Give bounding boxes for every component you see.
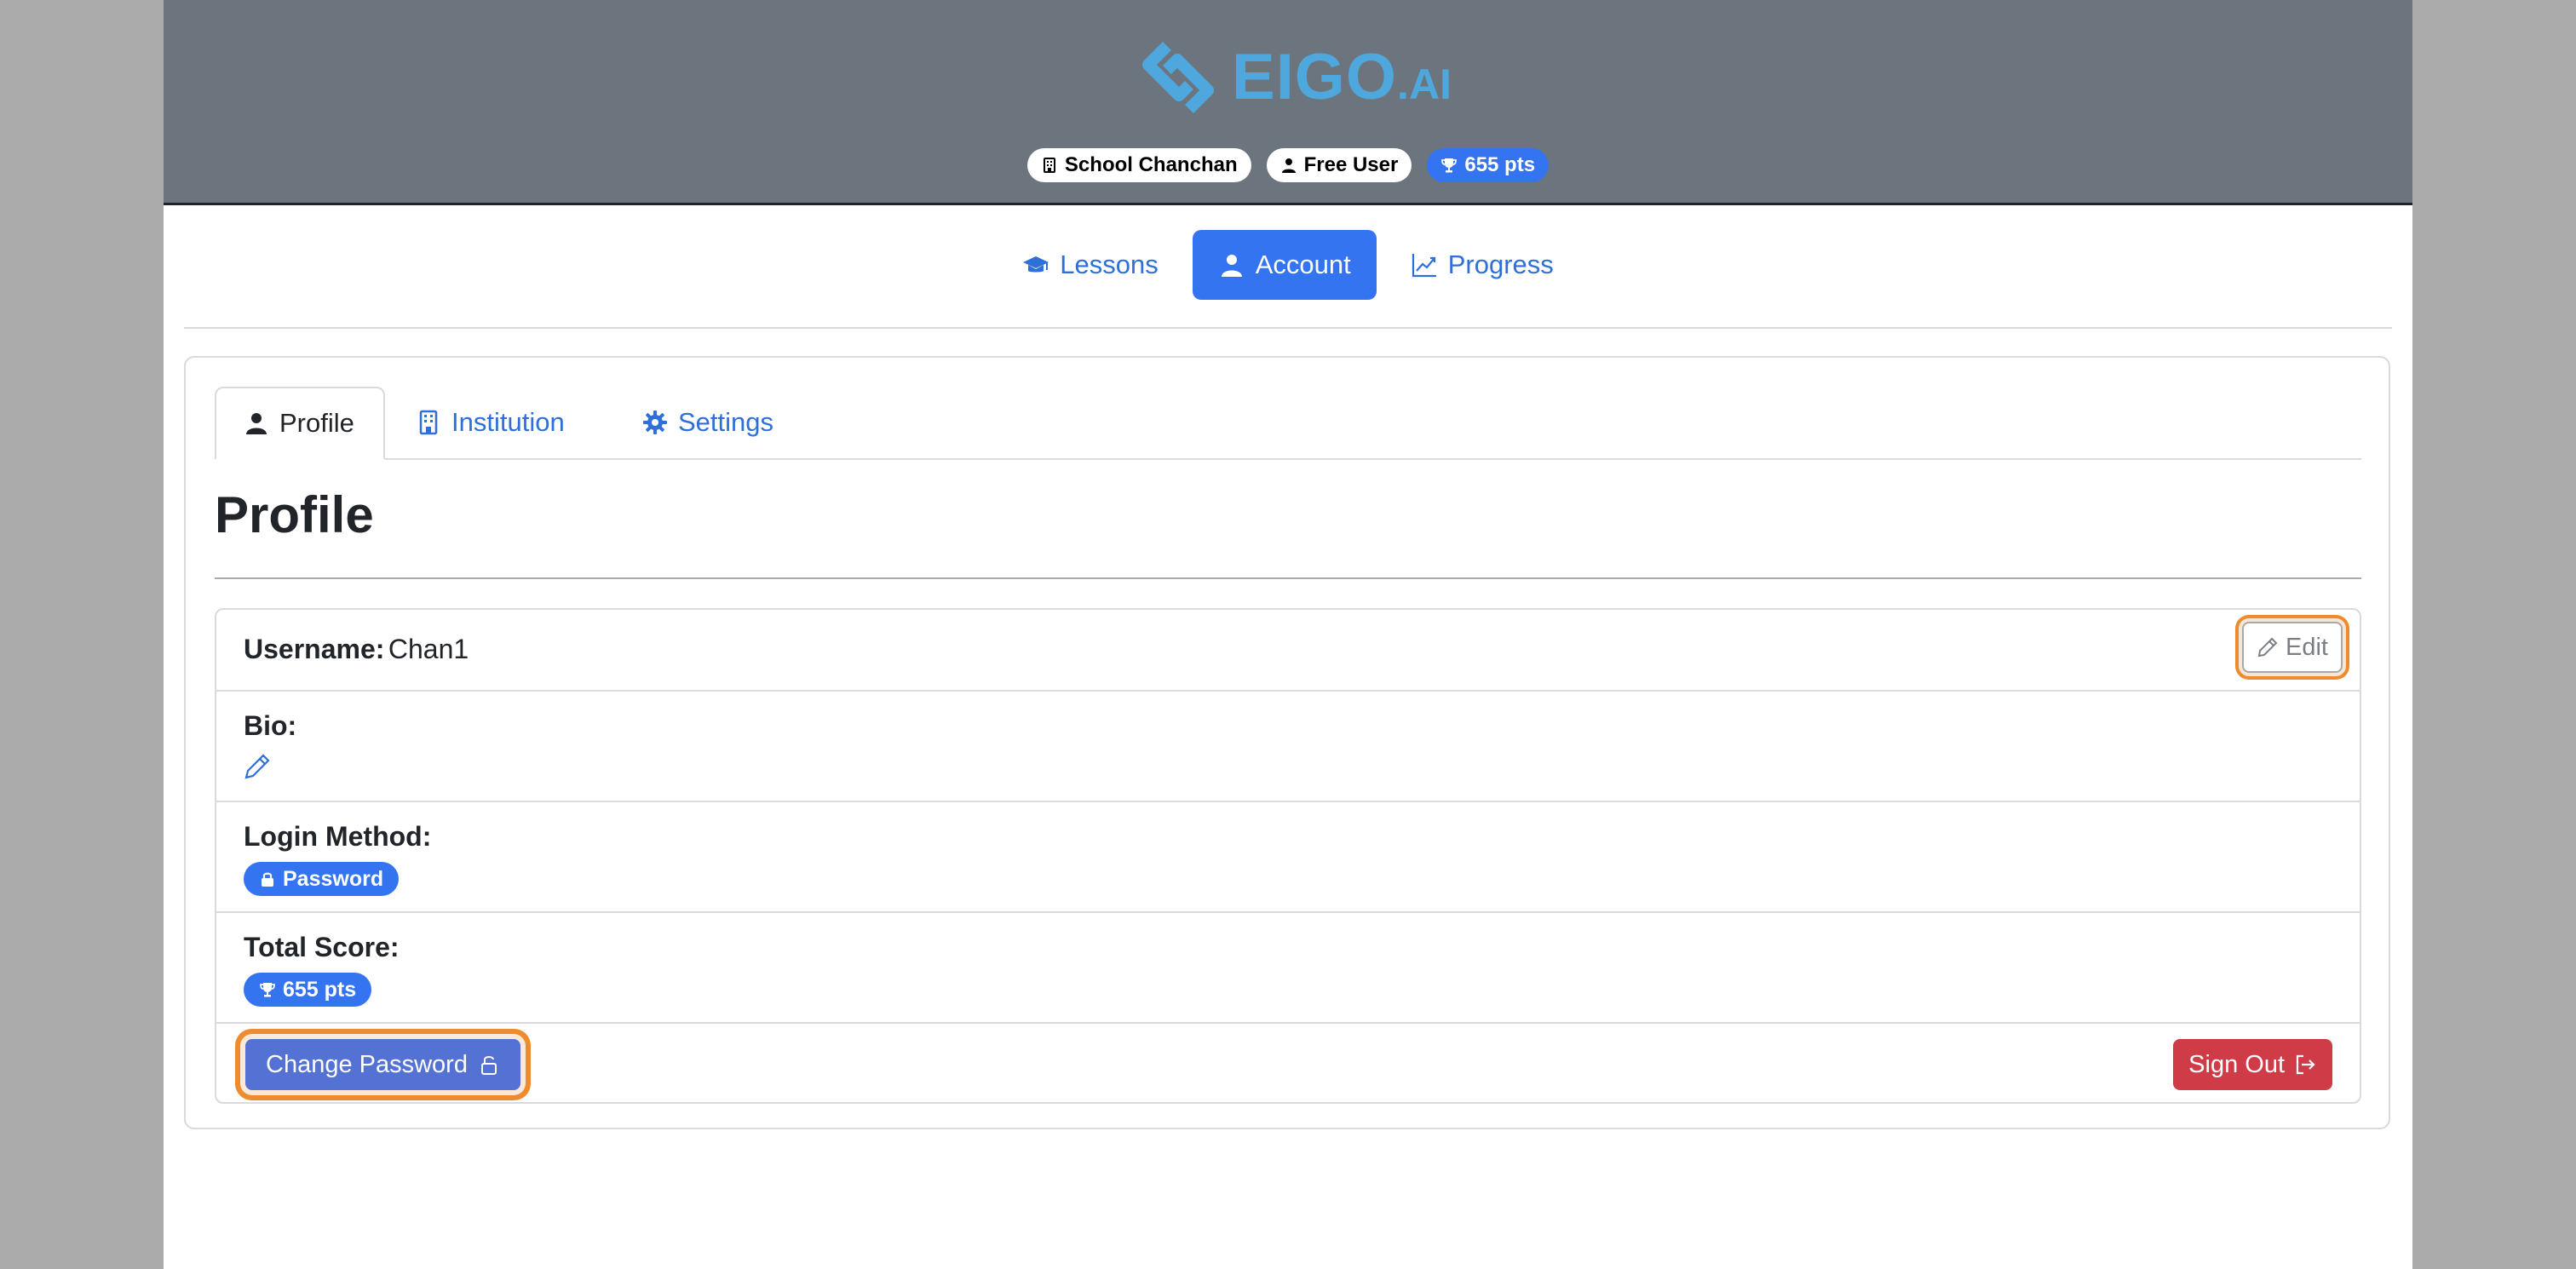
- plan-badge: Free User: [1266, 148, 1412, 182]
- edit-button-label: Edit: [2286, 633, 2328, 661]
- trophy-icon: [260, 983, 275, 997]
- graduation-cap-icon: [1023, 256, 1049, 273]
- tab-profile-label: Profile: [279, 408, 354, 438]
- total-score-badge: 655 pts: [244, 973, 372, 1007]
- school-badge: School Chanchan: [1026, 148, 1251, 182]
- tab-settings-label: Settings: [678, 407, 774, 437]
- nav-account[interactable]: Account: [1192, 230, 1377, 300]
- total-score-value: 655 pts: [283, 977, 357, 1002]
- page-title: Profile: [215, 486, 374, 543]
- main-nav: Lessons Account Progress: [164, 230, 2412, 300]
- profile-details: Username: Chan1 Edit Bio: Login Method: …: [215, 608, 2361, 1104]
- login-method-row: Login Method: Password: [216, 802, 2360, 913]
- person-icon: [1221, 255, 1242, 277]
- change-password-button[interactable]: Change Password: [245, 1039, 520, 1090]
- nav-progress[interactable]: Progress: [1385, 230, 1579, 300]
- building-icon: [419, 410, 438, 435]
- bio-label: Bio:: [244, 710, 297, 741]
- actions-row: Change Password Sign Out: [216, 1024, 2360, 1104]
- bio-row: Bio:: [216, 692, 2360, 802]
- logo-text: EIGO.AI: [1232, 41, 1452, 113]
- person-icon: [1281, 158, 1296, 173]
- login-method-badge: Password: [244, 862, 400, 896]
- site-header: EIGO.AI School Chanchan Free User 655 pt…: [164, 0, 2412, 205]
- account-card: Profile Institution Settings Profile Use…: [184, 356, 2390, 1129]
- nav-lessons-label: Lessons: [1060, 250, 1159, 279]
- nav-account-label: Account: [1255, 250, 1351, 279]
- points-badge: 655 pts: [1427, 148, 1550, 182]
- diamond-logo-icon: [1142, 42, 1214, 113]
- username-row: Username: Chan1 Edit: [216, 610, 2360, 692]
- pencil-icon: [2257, 637, 2278, 657]
- title-divider: [215, 577, 2361, 579]
- plan-badge-label: Free User: [1303, 153, 1399, 176]
- tab-profile[interactable]: Profile: [215, 387, 385, 460]
- account-tabs: Profile Institution Settings: [215, 387, 2361, 460]
- login-method-value: Password: [283, 866, 384, 891]
- total-score-row: Total Score: 655 pts: [216, 913, 2360, 1024]
- gear-icon: [643, 411, 667, 434]
- nav-lessons[interactable]: Lessons: [997, 230, 1183, 300]
- points-badge-label: 655 pts: [1464, 153, 1536, 176]
- lock-icon: [480, 1056, 497, 1075]
- chart-line-icon: [1412, 254, 1436, 278]
- total-score-label: Total Score:: [244, 932, 400, 962]
- login-method-label: Login Method:: [244, 821, 432, 852]
- trophy-icon: [1441, 158, 1458, 173]
- school-badge-label: School Chanchan: [1064, 153, 1238, 176]
- nav-divider: [184, 327, 2392, 329]
- pencil-icon[interactable]: [244, 753, 271, 780]
- tab-institution[interactable]: Institution: [388, 387, 592, 458]
- tab-institution-label: Institution: [451, 407, 565, 437]
- app-window: EIGO.AI School Chanchan Free User 655 pt…: [164, 0, 2412, 1269]
- person-icon: [246, 413, 267, 434]
- tab-settings[interactable]: Settings: [615, 387, 801, 458]
- lock-icon: [262, 872, 273, 887]
- username-label: Username:: [244, 634, 385, 664]
- sign-out-icon: [2296, 1054, 2315, 1075]
- edit-username-button[interactable]: Edit: [2242, 622, 2343, 673]
- sign-out-button[interactable]: Sign Out: [2173, 1039, 2332, 1090]
- change-password-label: Change Password: [266, 1050, 468, 1078]
- user-badges: School Chanchan Free User 655 pts: [164, 148, 2412, 182]
- username-text: Username: Chan1: [244, 634, 469, 665]
- nav-progress-label: Progress: [1447, 250, 1554, 279]
- username-value: Chan1: [388, 634, 469, 664]
- sign-out-label: Sign Out: [2188, 1050, 2285, 1078]
- logo[interactable]: EIGO.AI: [1133, 32, 1452, 123]
- building-icon: [1043, 158, 1055, 173]
